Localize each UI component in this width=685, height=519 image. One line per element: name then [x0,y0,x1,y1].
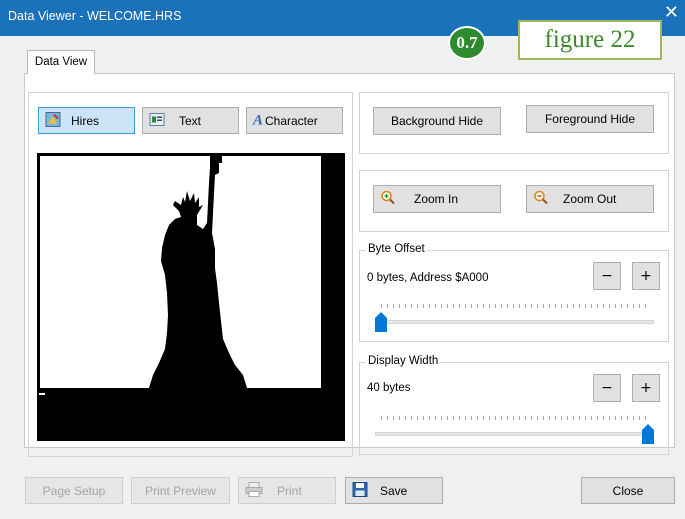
byte-offset-decrement-button[interactable]: − [593,262,621,290]
zoom-in-button[interactable]: Zoom In [373,185,501,213]
background-hide-label: Background Hide [390,114,484,128]
page-setup-button[interactable]: Page Setup [25,477,123,504]
character-mode-button[interactable]: A Character [246,107,343,134]
save-label: Save [380,483,408,498]
hires-image-canvas [37,153,345,441]
close-button[interactable]: Close [581,477,675,504]
text-mode-button[interactable]: Text [142,107,239,134]
byte-offset-increment-button[interactable]: + [632,262,660,290]
foreground-hide-button[interactable]: Foreground Hide [526,105,654,133]
zoom-in-label: Zoom In [414,192,459,206]
display-width-info: 40 bytes [367,382,411,394]
save-button[interactable]: Save [345,477,443,504]
display-width-decrement-button[interactable]: − [593,374,621,402]
tab-data-view[interactable]: Data View [27,50,95,74]
hires-label: Hires [71,113,100,128]
hires-icon [45,111,61,130]
print-preview-label: Print Preview [145,483,216,498]
close-label: Close [612,483,644,498]
background-hide-button[interactable]: Background Hide [373,107,501,135]
figure-label: figure 22 [518,20,662,60]
display-width-slider-ticks [381,416,649,420]
display-width-title: Display Width [366,355,441,367]
zoom-out-label: Zoom Out [563,192,617,206]
zoom-badge: 0.7 [448,26,486,60]
zoom-out-button[interactable]: Zoom Out [526,185,654,213]
foreground-hide-label: Foreground Hide [544,112,636,126]
window-title: Data Viewer - WELCOME.HRS [8,9,182,23]
zoom-in-magnifier-icon [380,190,396,209]
byte-offset-group [359,250,669,342]
page-setup-label: Page Setup [42,483,106,498]
character-a-icon: A [253,112,264,128]
floppy-save-icon [352,481,368,500]
hires-mode-button[interactable]: Hires [38,107,135,134]
byte-offset-slider-ticks [381,304,649,308]
print-label: Print [277,483,302,498]
statue-of-liberty-image [37,153,345,441]
byte-offset-slider-track[interactable] [375,320,654,324]
display-width-slider-track[interactable] [375,432,654,436]
print-button[interactable]: Print [238,477,336,504]
zoom-out-magnifier-icon [533,190,549,209]
character-mode-label: Character [265,113,318,128]
display-width-increment-button[interactable]: + [632,374,660,402]
byte-offset-title: Byte Offset [366,243,427,255]
print-preview-button[interactable]: Print Preview [131,477,230,504]
byte-offset-info: 0 bytes, Address $A000 [367,272,489,284]
text-mode-icon [149,111,165,130]
text-mode-label: Text [179,113,202,128]
printer-icon [245,481,263,500]
close-window-icon[interactable]: ✕ [664,4,679,22]
display-width-group [359,362,669,455]
